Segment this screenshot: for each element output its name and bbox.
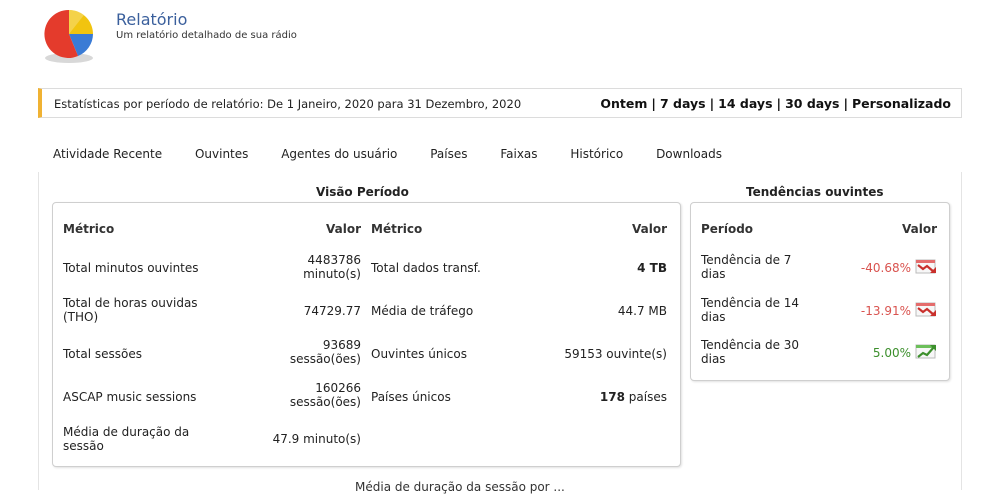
tab-history[interactable]: Histórico [570,147,623,161]
trend-value-30-days: 5.00% [872,346,911,360]
metric-value: 4483786 minuto(s) [303,253,361,281]
trend-label-7-days: Tendência de 7 dias [701,253,792,281]
period-link-custom[interactable]: Personalizado [852,96,951,111]
metric-label: Média de tráfego [371,304,474,318]
metric-label: Países únicos [371,390,451,404]
metric-value: 93689 sessão(ões) [289,338,361,366]
next-section-title: Média de duração da sessão por ... [355,480,565,494]
trend-up-icon [915,344,936,359]
period-link-7-days[interactable]: 7 days [660,96,706,111]
metric-value: 59153 ouvinte(s) [564,347,667,361]
metric-value: 74729.77 [303,304,361,318]
metric-value: 178 países [599,390,667,404]
separator: | [776,96,782,111]
metric-value: 4 TB [637,261,667,275]
metric-value: 47.9 minuto(s) [272,432,361,446]
separator: | [709,96,715,111]
metric-label: Total dados transf. [371,261,481,275]
metric-value: 160266 sessão(ões) [289,381,361,409]
period-link-14-days[interactable]: 14 days [718,96,772,111]
metric-label: ASCAP music sessions [63,390,197,404]
separator: | [843,96,849,111]
trend-down-icon [915,259,936,274]
report-period-text: Estatísticas por período de relatório: D… [54,97,522,111]
tab-user-agents[interactable]: Agentes do usuário [281,147,397,161]
overview-title: Visão Período [316,185,409,199]
tab-recent-activity[interactable]: Atividade Recente [53,147,162,161]
overview-col-value: Valor [631,222,667,236]
tab-downloads[interactable]: Downloads [656,147,722,161]
trend-label-30-days: Tendência de 30 dias [701,338,800,366]
metric-value: 44.7 MB [617,304,667,318]
metric-label: Total de horas ouvidas (THO) [63,296,198,324]
page-title: Relatório [116,10,188,29]
trend-label-14-days: Tendência de 14 dias [701,296,800,324]
metric-label: Total minutos ouvintes [63,261,199,275]
metric-label: Total sessões [63,347,142,361]
overview-col-value: Valor [325,222,361,236]
page-subtitle: Um relatório detalhado de sua rádio [116,30,297,41]
period-link-30-days[interactable]: 30 days [785,96,839,111]
overview-box: Métrico Valor Métrico Valor Total minuto… [52,202,681,467]
trend-down-icon [915,302,936,317]
trend-value-14-days: -13.91% [860,304,911,318]
trends-box: Período Valor Tendência de 7 dias -40.68… [690,202,950,381]
period-link-yesterday[interactable]: Ontem [600,96,647,111]
trends-col-period: Período [701,222,754,236]
overview-col-metric: Métrico [63,222,115,236]
tab-countries[interactable]: Países [430,147,467,161]
metric-label: Ouvintes únicos [371,347,467,361]
trend-value-7-days: -40.68% [860,261,911,275]
report-pie-chart-logo [44,9,93,63]
tab-listeners[interactable]: Ouvintes [195,147,248,161]
report-tabs: Atividade Recente Ouvintes Agentes do us… [53,147,751,161]
trends-title: Tendências ouvintes [746,185,884,199]
trends-col-value: Valor [901,222,937,236]
tab-tracks[interactable]: Faixas [500,147,537,161]
metric-label: Média de duração da sessão [63,425,190,453]
overview-col-metric: Métrico [371,222,423,236]
report-period-bar: Estatísticas por período de relatório: D… [38,88,962,118]
separator: | [651,96,656,111]
period-quick-links: Ontem | 7 days | 14 days | 30 days | Personaliza… [600,96,951,111]
